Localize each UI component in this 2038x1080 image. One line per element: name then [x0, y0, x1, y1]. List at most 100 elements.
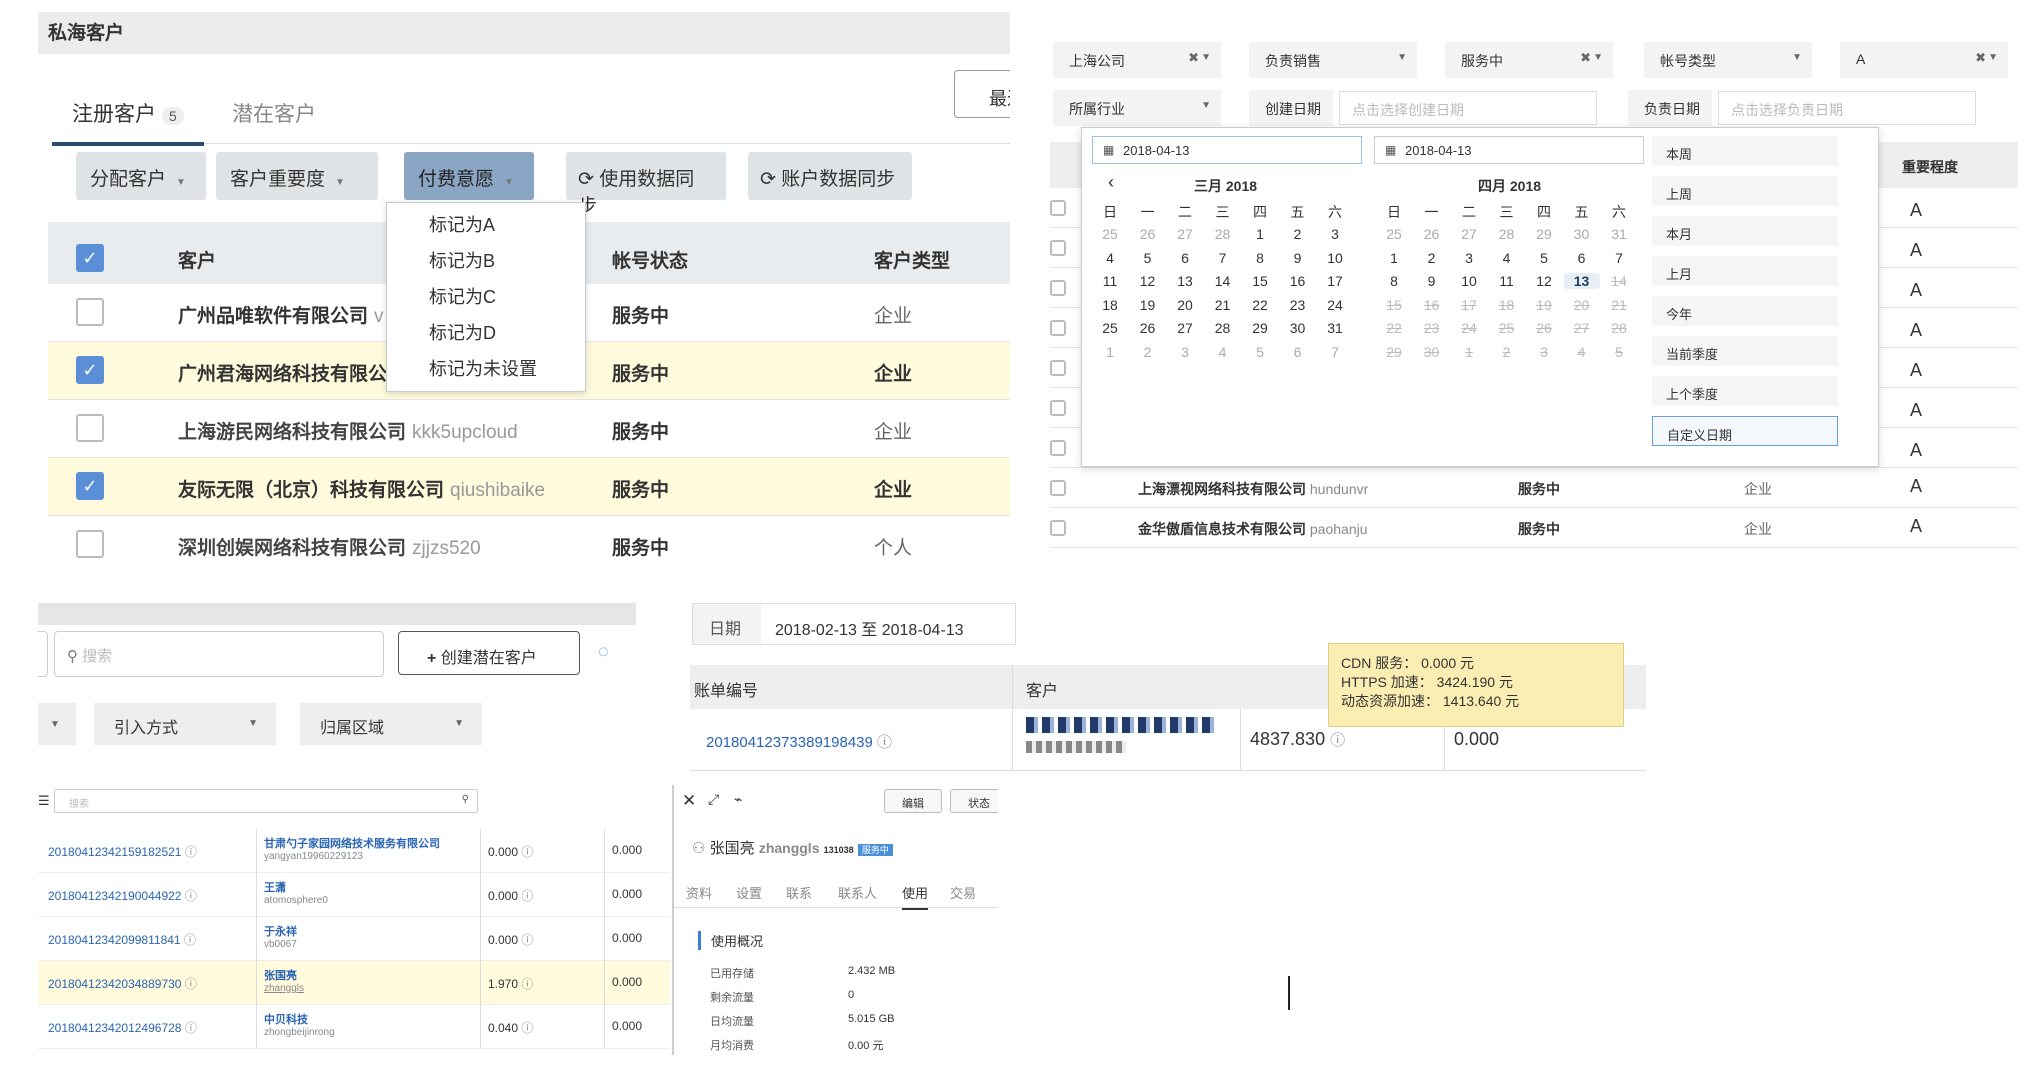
trend-icon[interactable]: ⌁ — [734, 791, 742, 808]
calendar-day[interactable]: 5 — [1601, 344, 1637, 360]
row-checkbox[interactable] — [1050, 520, 1066, 536]
calendar-day[interactable]: 20 — [1167, 297, 1203, 313]
tab-registered[interactable]: 注册客户 5 — [52, 98, 204, 146]
calendar-day[interactable]: 21 — [1601, 297, 1637, 313]
calendar-day[interactable]: 27 — [1167, 320, 1203, 336]
row-checkbox[interactable] — [1050, 280, 1066, 296]
calendar-day[interactable]: 1 — [1376, 250, 1412, 266]
importance-select[interactable]: A ✖ ▼ — [1840, 42, 2008, 78]
quick-last-quarter[interactable]: 上个季度 — [1652, 376, 1838, 406]
calendar-day[interactable]: 3 — [1167, 344, 1203, 360]
row-checkbox[interactable] — [1050, 200, 1066, 216]
calendar-day[interactable]: 26 — [1130, 226, 1166, 242]
calendar-day[interactable]: 20 — [1564, 297, 1600, 313]
search-input[interactable]: 搜索 ⚲ — [54, 789, 478, 813]
calendar-day[interactable]: 18 — [1489, 297, 1525, 313]
calendar-day[interactable]: 31 — [1317, 320, 1353, 336]
calendar-day[interactable]: 21 — [1205, 297, 1241, 313]
calendar-day[interactable]: 6 — [1564, 250, 1600, 266]
prev-month-icon[interactable]: ‹ — [1108, 172, 1114, 193]
sync-usage-button[interactable]: ⟳ 使用数据同步 — [566, 152, 726, 217]
row-checkbox[interactable]: ✓ — [76, 472, 104, 500]
table-row[interactable]: 20180412342012496728 ⓘ 中贝科技 zhongbeijinr… — [38, 1005, 670, 1049]
customer-name[interactable]: 张国亮 — [264, 967, 297, 983]
calendar-day[interactable]: 2 — [1130, 344, 1166, 360]
quick-this-month[interactable]: 本月 — [1652, 216, 1838, 246]
calendar-day[interactable]: 15 — [1242, 273, 1278, 289]
calendar-day[interactable]: 27 — [1451, 226, 1487, 242]
tab-settings[interactable]: 设置 — [736, 883, 762, 902]
menu-item-mark-c[interactable]: 标记为C — [387, 275, 585, 311]
expand-icon[interactable]: ⤢ — [708, 791, 719, 808]
calendar-day[interactable]: 19 — [1526, 297, 1562, 313]
calendar-day[interactable]: 31 — [1601, 226, 1637, 242]
calendar-day[interactable]: 6 — [1280, 344, 1316, 360]
calendar-day[interactable]: 18 — [1092, 297, 1128, 313]
sales-select[interactable]: 负责销售 ▼ — [1249, 42, 1417, 78]
customer-name[interactable]: 于永祥 — [264, 923, 297, 939]
tab-contact[interactable]: 联系 — [786, 883, 812, 902]
calendar-day[interactable]: 13 — [1167, 273, 1203, 289]
row-checkbox[interactable] — [1050, 480, 1066, 496]
owner-date-input[interactable]: 点击选择负责日期 — [1718, 91, 1976, 125]
table-row[interactable]: ✓ 友际无限（北京）科技有限公司 qiushibaike 服务中 企业 — [48, 458, 1010, 516]
calendar-day[interactable]: 16 — [1414, 297, 1450, 313]
tab-usage[interactable]: 使用 — [902, 883, 929, 910]
create-potential-button[interactable]: + 创建潜在客户 — [398, 631, 580, 675]
tab-profile[interactable]: 资料 — [686, 883, 712, 902]
sync-account-button[interactable]: ⟳ 账户数据同步 — [748, 152, 912, 200]
calendar-day[interactable]: 27 — [1564, 320, 1600, 336]
quick-this-quarter[interactable]: 当前季度 — [1652, 336, 1838, 366]
calendar-day[interactable]: 25 — [1489, 320, 1525, 336]
menu-item-mark-b[interactable]: 标记为B — [387, 239, 585, 275]
calendar-day[interactable]: 28 — [1489, 226, 1525, 242]
calendar-day[interactable]: 28 — [1601, 320, 1637, 336]
calendar-day[interactable]: 25 — [1092, 320, 1128, 336]
company-select[interactable]: 上海公司 ✖ ▼ — [1053, 42, 1221, 78]
calendar-day[interactable]: 17 — [1451, 297, 1487, 313]
calendar-day[interactable]: 30 — [1280, 320, 1316, 336]
menu-icon[interactable]: ☰ — [38, 793, 50, 809]
calendar-day[interactable]: 8 — [1242, 250, 1278, 266]
row-checkbox[interactable] — [1050, 400, 1066, 416]
tab-transactions[interactable]: 交易 — [950, 883, 976, 902]
calendar-day[interactable]: 29 — [1376, 344, 1412, 360]
status-button[interactable]: 状态 — [950, 789, 998, 813]
calendar-day[interactable]: 1 — [1242, 226, 1278, 242]
calendar-day[interactable]: 5 — [1242, 344, 1278, 360]
calendar-day[interactable]: 4 — [1564, 344, 1600, 360]
customer-importance-button[interactable]: 客户重要度 ▼ — [216, 152, 378, 200]
row-checkbox[interactable]: ✓ — [76, 356, 104, 384]
customer-name[interactable]: 中贝科技 — [264, 1011, 308, 1027]
calendar-day[interactable]: 16 — [1280, 273, 1316, 289]
calendar-day[interactable]: 4 — [1205, 344, 1241, 360]
calendar-day[interactable]: 7 — [1317, 344, 1353, 360]
calendar-day[interactable]: 24 — [1451, 320, 1487, 336]
menu-item-mark-a[interactable]: 标记为A — [387, 203, 585, 239]
calendar-day[interactable]: 5 — [1526, 250, 1562, 266]
calendar-day[interactable]: 7 — [1205, 250, 1241, 266]
assign-customer-button[interactable]: 分配客户 ▼ — [76, 152, 206, 200]
region-select[interactable]: 归属区域 ▼ — [300, 703, 482, 745]
table-row[interactable]: 金华傲盾信息技术有限公司 paohanju 服务中 企业 A — [1050, 508, 2018, 548]
quick-this-year[interactable]: 今年 — [1652, 296, 1838, 326]
calendar-day[interactable]: 3 — [1526, 344, 1562, 360]
quick-last-week[interactable]: 上周 — [1652, 176, 1838, 206]
calendar-day[interactable]: 9 — [1280, 250, 1316, 266]
calendar-day[interactable]: 7 — [1601, 250, 1637, 266]
payment-willingness-button[interactable]: 付费意愿 ▼ — [404, 152, 534, 200]
calendar-day[interactable]: 29 — [1526, 226, 1562, 242]
end-date-input[interactable]: ▦ 2018-04-13 — [1374, 136, 1644, 164]
start-date-input[interactable]: ▦ 2018-04-13 — [1092, 136, 1362, 164]
calendar-day[interactable]: 19 — [1130, 297, 1166, 313]
calendar-day[interactable]: 4 — [1092, 250, 1128, 266]
calendar-day[interactable]: 17 — [1317, 273, 1353, 289]
bill-no-link[interactable]: 20180412342190044922 ⓘ — [48, 887, 197, 904]
bill-no-link[interactable]: 20180412342034889730 ⓘ — [48, 975, 197, 992]
bill-no-link[interactable]: 20180412342099811841 ⓘ — [48, 931, 196, 948]
calendar-day[interactable]: 2 — [1280, 226, 1316, 242]
source-select[interactable]: 引入方式 ▼ — [94, 703, 276, 745]
calendar-day[interactable]: 15 — [1376, 297, 1412, 313]
calendar-day[interactable]: 9 — [1414, 273, 1450, 289]
bill-no-link[interactable]: 20180412342012496728 ⓘ — [48, 1019, 197, 1036]
